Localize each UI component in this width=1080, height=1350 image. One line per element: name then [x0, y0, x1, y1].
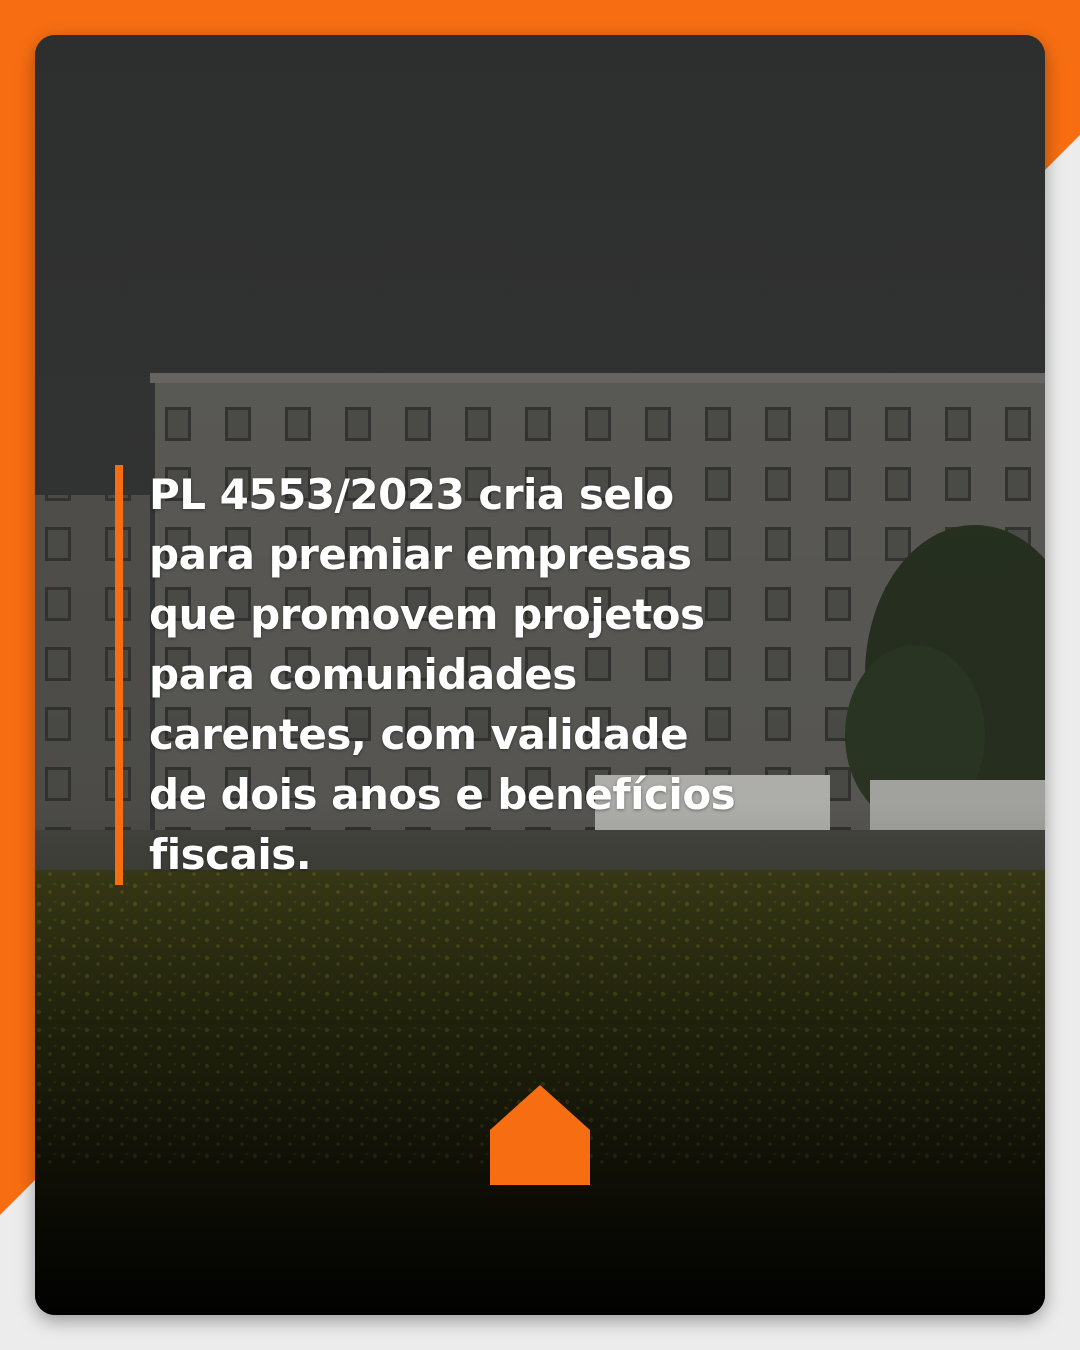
headline: PL 4553/2023 cria selo para premiar empr… [149, 470, 736, 879]
post-card: PL 4553/2023 cria selo para premiar empr… [35, 35, 1045, 1315]
accent-bar [115, 465, 123, 885]
house-icon [490, 1085, 590, 1185]
